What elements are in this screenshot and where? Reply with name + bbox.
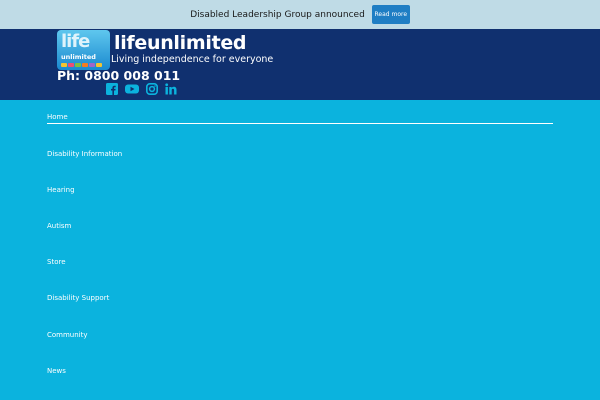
logo-tile-life-text: life xyxy=(61,31,90,52)
social-links xyxy=(106,83,177,95)
nav-item-disability-information[interactable]: Disability Information xyxy=(47,150,553,158)
youtube-icon[interactable] xyxy=(125,83,139,95)
nav-item-hearing[interactable]: Hearing xyxy=(47,186,553,194)
linkedin-icon[interactable] xyxy=(165,83,177,95)
phone-number[interactable]: Ph: 0800 008 011 xyxy=(57,68,180,83)
nav-item-disability-support[interactable]: Disability Support xyxy=(47,294,553,302)
brand-name[interactable]: lifeunlimited xyxy=(114,32,247,54)
nav-item-autism[interactable]: Autism xyxy=(47,222,553,230)
logo-tile-unlimited-text: unlimited xyxy=(61,53,96,61)
nav-item-store[interactable]: Store xyxy=(47,258,553,266)
nav-item-home[interactable]: Home xyxy=(47,113,553,124)
site-header: life unlimited lifeunlimited Living inde… xyxy=(0,29,600,100)
tagline: Living independence for everyone xyxy=(111,54,274,65)
announcement-text: Disabled Leadership Group announced xyxy=(190,9,365,20)
logo-tile[interactable]: life unlimited xyxy=(57,30,110,70)
read-more-button[interactable]: Read more xyxy=(371,5,410,24)
announcement-bar: Disabled Leadership Group announced Read… xyxy=(0,0,600,29)
logo-color-blocks xyxy=(61,63,102,67)
nav-item-community[interactable]: Community xyxy=(47,331,553,339)
facebook-icon[interactable] xyxy=(106,83,118,95)
nav-item-news[interactable]: News xyxy=(47,367,553,375)
instagram-icon[interactable] xyxy=(146,83,158,95)
